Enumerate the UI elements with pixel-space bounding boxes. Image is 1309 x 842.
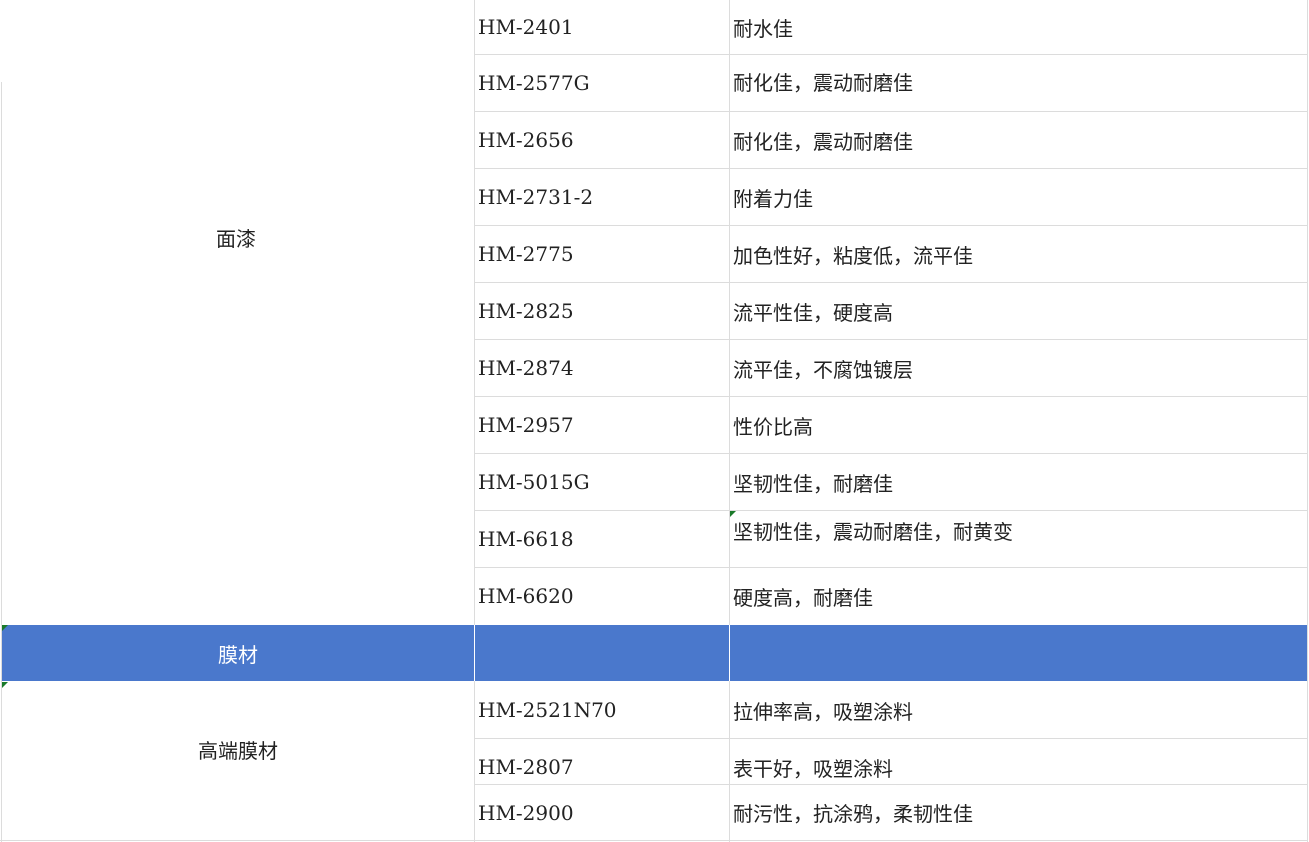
product-code-cell[interactable]: HM-2656 bbox=[478, 112, 728, 168]
product-desc-cell[interactable]: 流平性佳，硬度高 bbox=[733, 283, 1303, 339]
product-code-cell[interactable]: HM-2874 bbox=[478, 340, 728, 396]
product-code-cell[interactable]: HM-2900 bbox=[478, 785, 728, 840]
spreadsheet-grid: 面漆 HM-2401 耐水佳 HM-2577G 耐化佳，震动耐磨佳 HM-265… bbox=[0, 0, 1309, 842]
product-desc-cell[interactable]: 加色性好，粘度低，流平佳 bbox=[733, 226, 1303, 282]
product-code-cell[interactable]: HM-2825 bbox=[478, 283, 728, 339]
grid-line bbox=[729, 625, 730, 681]
grid-line bbox=[0, 840, 1308, 841]
product-desc-cell[interactable]: 附着力佳 bbox=[733, 169, 1303, 225]
product-desc-cell[interactable]: 耐化佳，震动耐磨佳 bbox=[733, 112, 1303, 168]
product-code-cell[interactable]: HM-6620 bbox=[478, 568, 728, 624]
group-label-topcoat: 面漆 bbox=[216, 227, 256, 251]
product-code-cell[interactable]: HM-2521N70 bbox=[478, 682, 728, 738]
product-desc-cell[interactable]: 性价比高 bbox=[733, 397, 1303, 453]
product-code-cell[interactable]: HM-2775 bbox=[478, 226, 728, 282]
category-header-film: 膜材 bbox=[218, 642, 258, 667]
grid-line bbox=[729, 0, 730, 842]
product-code-cell[interactable]: HM-2577G bbox=[478, 55, 728, 111]
grid-line bbox=[474, 0, 475, 842]
product-desc-cell[interactable]: 流平佳，不腐蚀镀层 bbox=[733, 340, 1303, 396]
product-desc-cell[interactable]: 硬度高，耐磨佳 bbox=[733, 568, 1303, 624]
product-desc-cell[interactable]: 耐水佳 bbox=[733, 0, 1303, 54]
grid-line bbox=[1307, 0, 1308, 842]
product-code-cell[interactable]: HM-6618 bbox=[478, 511, 728, 567]
product-desc-cell[interactable]: 拉伸率高，吸塑涂料 bbox=[733, 682, 1303, 738]
product-desc-cell[interactable]: 耐化佳，震动耐磨佳 bbox=[733, 55, 1303, 107]
comment-indicator bbox=[2, 625, 8, 631]
product-code-cell[interactable]: HM-2957 bbox=[478, 397, 728, 453]
product-code-cell[interactable]: HM-5015G bbox=[478, 454, 728, 510]
group-cell-highend-film[interactable]: 高端膜材 bbox=[2, 682, 474, 816]
comment-indicator bbox=[730, 511, 736, 517]
grid-line bbox=[474, 625, 475, 681]
product-desc-cell[interactable]: 耐污性，抗涂鸦，柔韧性佳 bbox=[733, 785, 1303, 840]
group-label-highend-film: 高端膜材 bbox=[198, 738, 278, 763]
product-code-cell[interactable]: HM-2731-2 bbox=[478, 169, 728, 225]
product-desc-cell[interactable]: 坚韧性佳，震动耐磨佳，耐黄变 bbox=[733, 511, 1303, 567]
group-cell-topcoat[interactable]: 面漆 bbox=[2, 0, 474, 475]
product-desc-cell[interactable]: 坚韧性佳，耐磨佳 bbox=[733, 454, 1303, 510]
comment-indicator bbox=[2, 682, 8, 688]
product-code-cell[interactable]: HM-2401 bbox=[478, 0, 728, 54]
